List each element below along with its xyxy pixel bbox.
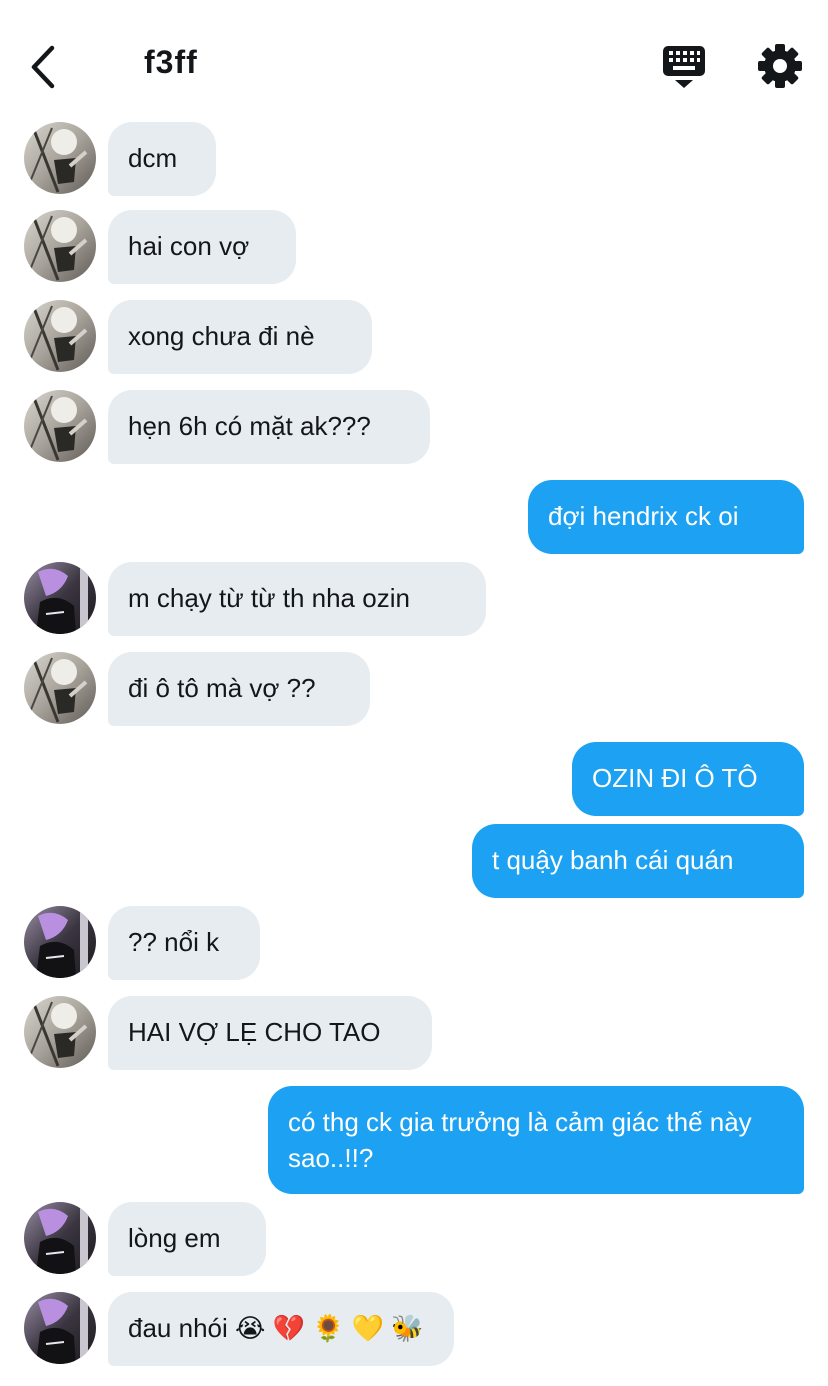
incoming-message: dcm [0,122,828,196]
message-bubble[interactable]: t quậy banh cái quán [472,824,804,898]
avatar[interactable] [24,390,96,462]
avatar[interactable] [24,210,96,282]
outgoing-message: đợi hendrix ck oi [0,480,828,554]
message-bubble[interactable]: ?? nổi k [108,906,260,980]
outgoing-message: OZIN ĐI Ô TÔ [0,742,828,816]
settings-button[interactable] [756,42,804,90]
avatar[interactable] [24,1292,96,1364]
incoming-message: HAI VỢ LẸ CHO TAO [0,996,828,1070]
incoming-message: lòng em [0,1202,828,1276]
message-bubble[interactable]: m chạy từ từ th nha ozin [108,562,486,636]
keyboard-toggle-button[interactable] [660,42,708,92]
incoming-message: xong chưa đi nè [0,300,828,374]
message-bubble[interactable]: HAI VỢ LẸ CHO TAO [108,996,432,1070]
avatar[interactable] [24,300,96,372]
gear-icon [758,44,802,88]
message-bubble[interactable]: có thg ck gia trưởng là cảm giác thế này… [268,1086,804,1194]
chat-header: f3ff [0,0,828,116]
message-bubble[interactable]: xong chưa đi nè [108,300,372,374]
avatar[interactable] [24,906,96,978]
incoming-message: hẹn 6h có mặt ak??? [0,390,828,464]
incoming-message: m chạy từ từ th nha ozin [0,562,828,636]
outgoing-message: t quậy banh cái quán [0,824,828,898]
chevron-left-icon [31,45,55,89]
message-bubble[interactable]: đợi hendrix ck oi [528,480,804,554]
message-bubble[interactable]: đau nhói 😭 💔 🌻 💛 🐝 [108,1292,454,1366]
outgoing-message: có thg ck gia trưởng là cảm giác thế này… [0,1086,828,1194]
message-bubble[interactable]: hẹn 6h có mặt ak??? [108,390,430,464]
avatar[interactable] [24,996,96,1068]
chat-title: f3ff [144,44,198,80]
avatar[interactable] [24,562,96,634]
back-button[interactable] [22,40,66,94]
keyboard-icon [663,46,705,88]
incoming-message: ?? nổi k [0,906,828,980]
message-bubble[interactable]: đi ô tô mà vợ ?? [108,652,370,726]
incoming-message: đi ô tô mà vợ ?? [0,652,828,726]
avatar[interactable] [24,652,96,724]
avatar[interactable] [24,1202,96,1274]
message-bubble[interactable]: hai con vợ [108,210,296,284]
avatar[interactable] [24,122,96,194]
incoming-message: hai con vợ [0,210,828,284]
message-bubble[interactable]: dcm [108,122,216,196]
message-bubble[interactable]: OZIN ĐI Ô TÔ [572,742,804,816]
message-bubble[interactable]: lòng em [108,1202,266,1276]
incoming-message: đau nhói 😭 💔 🌻 💛 🐝 [0,1292,828,1366]
